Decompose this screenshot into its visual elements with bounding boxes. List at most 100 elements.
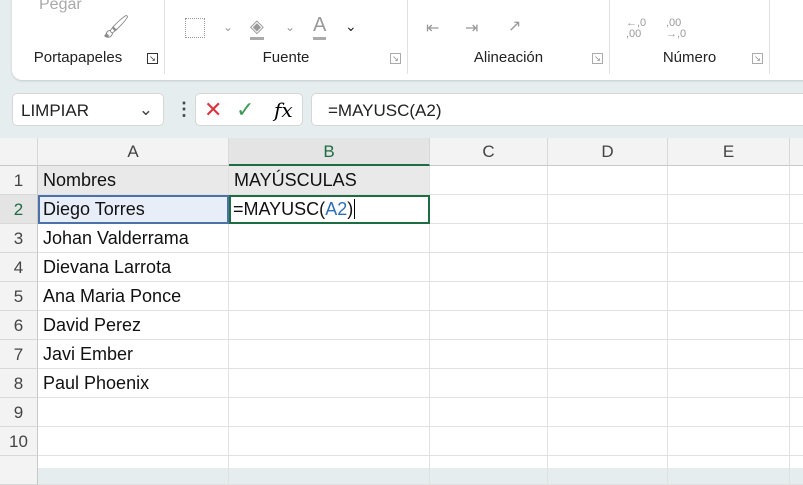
column-header-b[interactable]: B xyxy=(229,138,430,166)
cell[interactable] xyxy=(229,456,430,485)
cell[interactable] xyxy=(548,311,668,340)
chevron-down-icon[interactable]: ⌄ xyxy=(139,100,153,120)
row-header[interactable]: 10 xyxy=(0,427,38,456)
row-header[interactable]: 4 xyxy=(0,253,38,282)
decrease-decimal-icon[interactable]: ,00 →,0 xyxy=(666,18,696,40)
chevron-down-icon[interactable]: ⌄ xyxy=(285,20,295,34)
row-header[interactable] xyxy=(0,456,38,485)
cell[interactable] xyxy=(548,456,668,485)
cell[interactable] xyxy=(790,427,803,456)
row-header[interactable]: 3 xyxy=(0,224,38,253)
row-header[interactable]: 1 xyxy=(0,166,38,195)
dialog-launcher-icon[interactable]: ↘ xyxy=(147,53,158,64)
cell[interactable] xyxy=(430,398,548,427)
cell[interactable] xyxy=(229,427,430,456)
cell[interactable] xyxy=(430,166,548,195)
cell[interactable]: Diego Torres xyxy=(38,195,229,224)
cell[interactable] xyxy=(229,253,430,282)
cell[interactable] xyxy=(668,282,790,311)
cell[interactable] xyxy=(430,224,548,253)
cell[interactable] xyxy=(668,398,790,427)
cell[interactable] xyxy=(229,311,430,340)
cell[interactable] xyxy=(430,282,548,311)
column-header-f[interactable] xyxy=(790,138,803,166)
dialog-launcher-icon[interactable]: ↘ xyxy=(752,53,763,64)
cell[interactable] xyxy=(229,224,430,253)
cell[interactable] xyxy=(229,369,430,398)
cell[interactable]: Javi Ember xyxy=(38,340,229,369)
increase-decimal-icon[interactable]: ←,0 ,00 xyxy=(626,18,656,40)
cell[interactable] xyxy=(38,456,229,485)
cell[interactable]: Paul Phoenix xyxy=(38,369,229,398)
dialog-launcher-icon[interactable]: ↘ xyxy=(390,53,401,64)
cell[interactable]: David Perez xyxy=(38,311,229,340)
cell[interactable]: Dievana Larrota xyxy=(38,253,229,282)
column-header-e[interactable]: E xyxy=(668,138,790,166)
cell[interactable] xyxy=(668,456,790,485)
more-icon[interactable]: ⋮ xyxy=(175,99,193,120)
fill-color-icon[interactable]: ◈ xyxy=(250,16,264,40)
orientation-icon[interactable]: ↗ xyxy=(508,16,521,36)
enter-icon[interactable]: ✓ xyxy=(236,97,254,123)
chevron-down-icon[interactable]: ⌄ xyxy=(223,20,233,34)
cell[interactable] xyxy=(548,224,668,253)
cell[interactable] xyxy=(668,166,790,195)
row-header[interactable]: 2 xyxy=(0,195,38,224)
cell[interactable] xyxy=(548,282,668,311)
cell[interactable] xyxy=(38,427,229,456)
name-box[interactable]: LIMPIAR ⌄ xyxy=(12,93,164,126)
cell[interactable] xyxy=(430,195,548,224)
row-header[interactable]: 9 xyxy=(0,398,38,427)
cell[interactable] xyxy=(430,427,548,456)
formula-input[interactable]: =MAYUSC(A2) xyxy=(311,93,803,126)
cell[interactable] xyxy=(548,195,668,224)
format-painter-icon[interactable]: 🖌 xyxy=(102,14,130,40)
cell[interactable] xyxy=(668,253,790,282)
cell[interactable] xyxy=(790,282,803,311)
cell[interactable] xyxy=(430,253,548,282)
cell[interactable] xyxy=(790,340,803,369)
cell[interactable] xyxy=(38,398,229,427)
borders-icon[interactable] xyxy=(185,18,205,38)
font-color-icon[interactable]: A xyxy=(313,14,327,40)
row-header[interactable]: 7 xyxy=(0,340,38,369)
cell[interactable] xyxy=(548,369,668,398)
cell[interactable] xyxy=(668,369,790,398)
increase-indent-icon[interactable]: ⇥ xyxy=(465,18,478,38)
paste-button[interactable]: Pegar xyxy=(39,0,82,14)
insert-function-icon[interactable]: fx xyxy=(274,98,293,122)
cell[interactable] xyxy=(790,253,803,282)
cell[interactable]: =MAYUSC(A2) xyxy=(229,195,430,224)
cell[interactable] xyxy=(790,224,803,253)
cell[interactable]: MAYÚSCULAS xyxy=(229,166,430,195)
row-header[interactable]: 6 xyxy=(0,311,38,340)
cell[interactable]: Ana Maria Ponce xyxy=(38,282,229,311)
cell[interactable] xyxy=(548,253,668,282)
column-header-d[interactable]: D xyxy=(548,138,668,166)
cell[interactable] xyxy=(430,456,548,485)
row-header[interactable]: 5 xyxy=(0,282,38,311)
cell[interactable] xyxy=(668,340,790,369)
cell[interactable] xyxy=(790,456,803,485)
cell[interactable] xyxy=(229,340,430,369)
cell[interactable] xyxy=(430,369,548,398)
cell[interactable] xyxy=(548,398,668,427)
decrease-indent-icon[interactable]: ⇤ xyxy=(426,18,439,38)
cell[interactable] xyxy=(790,166,803,195)
column-header-a[interactable]: A xyxy=(38,138,229,166)
cell[interactable] xyxy=(229,282,430,311)
cell[interactable] xyxy=(430,311,548,340)
chevron-down-icon[interactable]: ⌄ xyxy=(345,18,357,35)
cell[interactable] xyxy=(668,195,790,224)
cell[interactable] xyxy=(430,340,548,369)
cell[interactable] xyxy=(790,195,803,224)
row-header[interactable]: 8 xyxy=(0,369,38,398)
column-header-c[interactable]: C xyxy=(430,138,548,166)
cell[interactable] xyxy=(548,427,668,456)
cell[interactable] xyxy=(668,311,790,340)
cell[interactable] xyxy=(229,398,430,427)
dialog-launcher-icon[interactable]: ↘ xyxy=(592,53,603,64)
cell[interactable] xyxy=(790,398,803,427)
cell[interactable]: Johan Valderrama xyxy=(38,224,229,253)
cell[interactable] xyxy=(548,340,668,369)
